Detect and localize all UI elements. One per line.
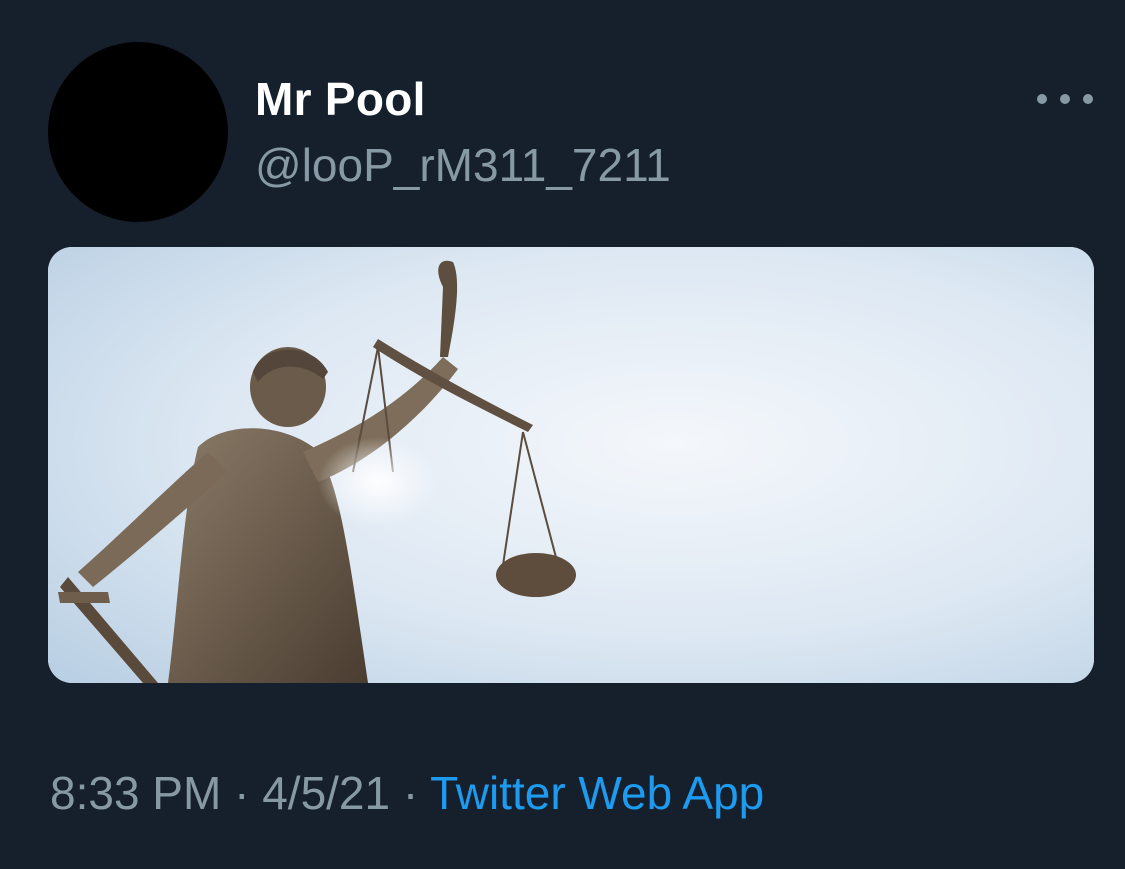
tweet-card: Mr Pool @looP_rM311_7211 8:33 PM · 4/5/2… [0,0,1125,869]
lady-justice-statue-image [48,247,1094,683]
user-handle[interactable]: @looP_rM311_7211 [255,138,671,192]
display-name[interactable]: Mr Pool [255,72,426,126]
avatar[interactable] [48,42,228,222]
dot-icon [1037,94,1047,104]
tweet-time[interactable]: 8:33 PM [50,767,221,819]
more-options-icon[interactable] [1037,84,1093,114]
tweet-image[interactable] [48,247,1094,683]
dot-icon [1060,94,1070,104]
tweet-source-link[interactable]: Twitter Web App [430,767,764,819]
separator-dot: · [390,767,431,819]
dot-icon [1083,94,1093,104]
separator-dot: · [221,767,263,819]
tweet-date[interactable]: 4/5/21 [262,767,390,819]
tweet-metadata: 8:33 PM · 4/5/21 · Twitter Web App [50,766,764,820]
